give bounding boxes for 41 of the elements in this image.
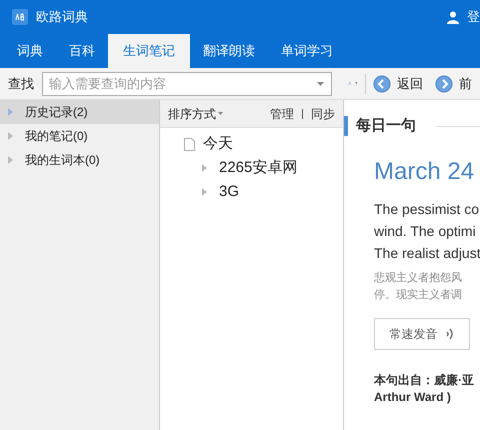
window-title: 欧路词典 — [36, 8, 88, 26]
tab[interactable]: 翻译朗读 — [190, 34, 268, 68]
login-link[interactable]: 登 — [467, 7, 480, 27]
app-logo-icon — [12, 9, 28, 25]
expand-arrow-icon[interactable] — [202, 164, 207, 172]
dropdown-caret-icon[interactable] — [355, 82, 357, 86]
tab[interactable]: 单词学习 — [268, 34, 346, 68]
back-button[interactable]: 返回 — [373, 74, 423, 94]
sort-dropdown[interactable]: 排序方式 — [168, 104, 216, 122]
dropdown-caret-icon[interactable] — [218, 112, 223, 115]
sidebar-item[interactable]: 我的笔记(0) — [0, 124, 159, 148]
english-sentence-line: The pessimist co — [374, 200, 480, 219]
document-icon — [184, 138, 195, 150]
group-label[interactable]: 今天 — [203, 132, 233, 156]
expand-arrow-icon[interactable] — [8, 132, 13, 140]
date-heading: March 24 — [374, 157, 476, 187]
tab[interactable]: 百科 — [56, 34, 108, 68]
search-label: 查找 — [8, 74, 34, 93]
english-sentence-line: wind. The optimi — [374, 222, 477, 241]
translation-line: 悲观主义者抱怨风 — [374, 270, 463, 286]
expand-arrow-icon[interactable] — [8, 156, 13, 164]
search-field[interactable]: 输入需要查询的内容 — [42, 72, 332, 96]
dropdown-caret-icon[interactable] — [317, 82, 324, 86]
translation-line: 停。现实主义者调 — [374, 288, 463, 303]
toolbar-link[interactable]: 管理 — [270, 104, 294, 122]
expand-arrow-icon[interactable] — [202, 188, 207, 196]
source-line: 本句出自：威廉·亚 — [374, 372, 475, 389]
history-entry[interactable]: 3G — [160, 180, 343, 204]
history-entry[interactable]: 2265安卓网 — [160, 156, 343, 180]
source-line: Arthur Ward ) — [374, 389, 452, 406]
tab[interactable]: 词典 — [4, 34, 56, 68]
user-icon[interactable] — [447, 10, 459, 24]
speak-button[interactable]: 常速发音 — [374, 318, 470, 350]
forward-button[interactable]: 前 — [435, 74, 472, 94]
sidebar-item[interactable]: 我的生词本(0) — [0, 148, 159, 172]
expand-arrow-icon[interactable] — [8, 108, 13, 116]
sidebar-item[interactable]: 历史记录(2) — [0, 100, 159, 124]
sound-icon — [446, 327, 454, 341]
section-heading: 每日一句 — [356, 116, 416, 136]
toolbar-link[interactable]: 同步 — [311, 104, 335, 122]
tab[interactable]: 生词笔记 — [108, 34, 190, 68]
